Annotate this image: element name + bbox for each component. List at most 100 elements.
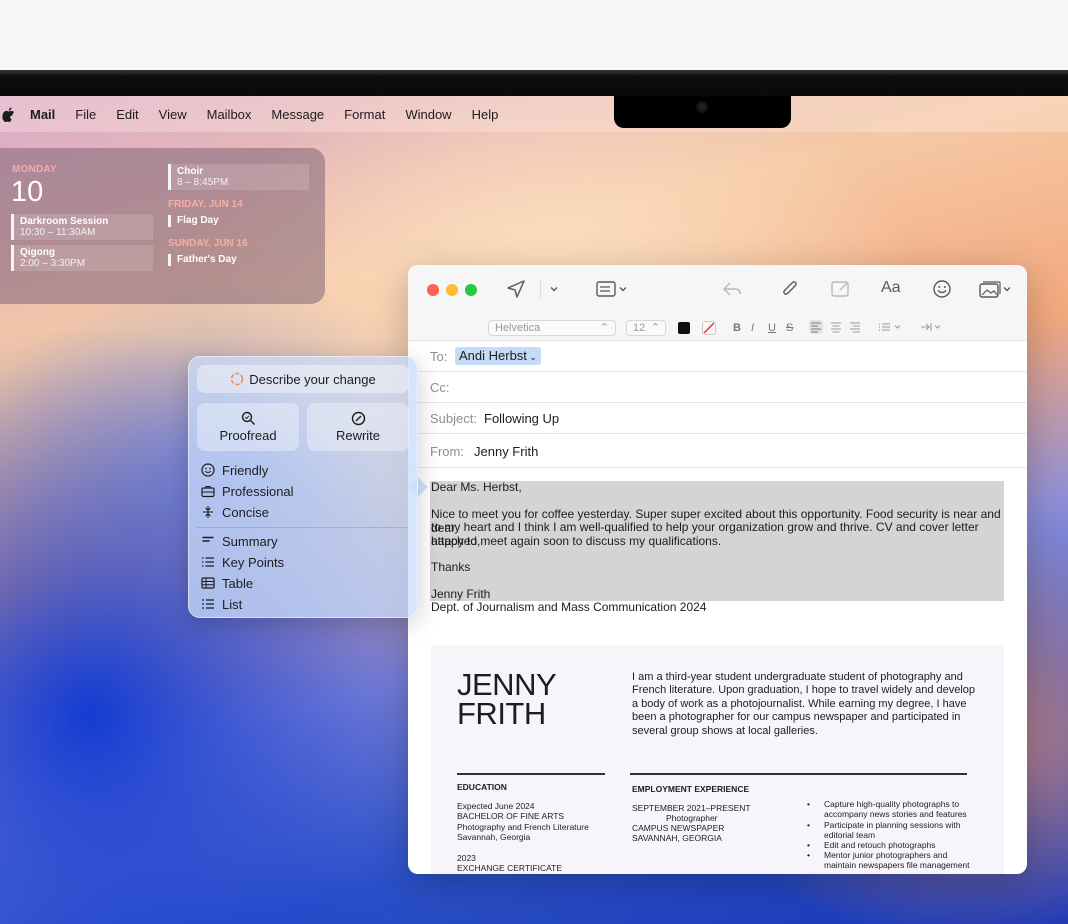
calendar-widget[interactable]: MONDAY 10 Darkroom Session 10:30 – 11:30…: [0, 148, 325, 304]
indent-icon[interactable]: [920, 320, 944, 339]
resume-name-last: FRITH: [457, 696, 546, 731]
to-label: To:: [430, 349, 448, 364]
cc-field[interactable]: Cc:: [408, 372, 1027, 403]
body-greeting[interactable]: Dear Ms. Herbst,: [431, 480, 1011, 495]
underline-button[interactable]: U: [768, 320, 776, 336]
align-left-icon[interactable]: [809, 320, 823, 339]
from-field[interactable]: From: Jenny Frith: [408, 436, 1027, 468]
align-center-icon[interactable]: [829, 320, 843, 339]
resume-bullet: Edit and retouch photographs: [824, 840, 936, 850]
proofread-label: Proofread: [219, 428, 277, 443]
compress-icon: [203, 506, 213, 518]
signature-dept[interactable]: Dept. of Journalism and Mass Communicati…: [431, 600, 1011, 615]
apple-menu-icon[interactable]: [0, 107, 18, 122]
widget-date-header: FRIDAY, JUN 14: [168, 199, 243, 210]
body-line[interactable]: happy to meet again soon to discuss my q…: [431, 534, 1011, 549]
resume-name: JENNY FRITH: [457, 669, 557, 731]
bullet-icon: •: [807, 840, 810, 850]
recipient-name: Andi Herbst: [459, 348, 527, 363]
resume-text: Photography and French Literature: [457, 822, 589, 832]
widget-event[interactable]: Choir 8 – 8:45PM: [168, 164, 309, 190]
proofread-button[interactable]: Proofread: [197, 403, 299, 451]
list-icon: [202, 599, 214, 609]
describe-change-field[interactable]: Describe your change: [197, 365, 409, 393]
resume-bullet: accompany news stories and features: [824, 809, 967, 819]
menu-format[interactable]: Format: [344, 107, 385, 122]
rewrite-button[interactable]: Rewrite: [307, 403, 409, 451]
bullet-icon: •: [807, 820, 810, 830]
widget-event[interactable]: Father's Day: [168, 254, 237, 266]
markup-icon[interactable]: [830, 279, 852, 299]
strikethrough-button[interactable]: S: [786, 320, 793, 336]
format-list[interactable]: List: [201, 595, 242, 613]
fonts-button[interactable]: Aa: [881, 279, 901, 297]
summary-icon: [202, 536, 214, 542]
photo-browser-icon[interactable]: [977, 279, 1013, 299]
stepper-icon: ⌃: [650, 322, 660, 334]
format-bar: Helvetica ⌃ 12 ⌃ B I U S: [408, 315, 1027, 341]
tone-label: Concise: [222, 504, 269, 520]
recipient-token[interactable]: Andi Herbst ⌄: [455, 347, 541, 365]
resume-text: Expected June 2024: [457, 801, 535, 811]
attachment-icon[interactable]: [781, 279, 799, 299]
tone-professional[interactable]: Professional: [201, 482, 294, 500]
reply-icon[interactable]: [721, 279, 743, 299]
widget-date: 10: [11, 176, 44, 208]
chevron-down-icon: ⌄: [526, 352, 537, 362]
menu-help[interactable]: Help: [472, 107, 499, 122]
resume-text: Photographer: [666, 813, 718, 823]
describe-change-label: Describe your change: [249, 371, 376, 387]
send-icon[interactable]: [506, 279, 526, 299]
resume-bullet: Mentor junior photographers and: [824, 850, 948, 860]
sparkle-icon: [230, 372, 244, 386]
format-label: Table: [222, 575, 254, 591]
text-color-swatch[interactable]: [678, 322, 690, 334]
widget-event[interactable]: Qigong 2:00 – 3:30PM: [11, 245, 153, 271]
menu-edit[interactable]: Edit: [116, 107, 138, 122]
emoji-icon[interactable]: [932, 279, 952, 299]
zoom-button[interactable]: [465, 284, 477, 296]
menu-message[interactable]: Message: [271, 107, 324, 122]
menu-mailbox[interactable]: Mailbox: [207, 107, 252, 122]
italic-button[interactable]: I: [751, 320, 754, 336]
close-button[interactable]: [427, 284, 439, 296]
body-thanks[interactable]: Thanks: [431, 560, 1011, 575]
font-family-select[interactable]: Helvetica ⌃: [488, 320, 616, 336]
format-label: List: [222, 596, 243, 612]
divider: [197, 527, 407, 528]
resume-bullet: editorial team: [824, 830, 876, 840]
subject-field[interactable]: Subject: Following Up: [408, 403, 1027, 434]
toolbar: Aa: [408, 265, 1027, 315]
mail-compose-window: Aa Helvetica ⌃ 12 ⌃ B I U S To: Andi Her…: [408, 265, 1027, 874]
laptop-bezel: [0, 70, 1068, 98]
menu-window[interactable]: Window: [405, 107, 451, 122]
tone-concise[interactable]: Concise: [201, 503, 269, 521]
format-summary[interactable]: Summary: [201, 532, 278, 550]
tone-friendly[interactable]: Friendly: [201, 461, 268, 479]
menu-view[interactable]: View: [159, 107, 187, 122]
widget-event[interactable]: Flag Day: [168, 215, 219, 227]
format-key-points[interactable]: Key Points: [201, 553, 284, 571]
divider: [630, 773, 967, 775]
resume-attachment[interactable]: JENNY FRITH I am a third-year student un…: [431, 645, 1004, 874]
font-size-select[interactable]: 12 ⌃: [626, 320, 666, 336]
chevron-down-icon[interactable]: [540, 279, 559, 299]
resume-bullet: maintain newspapers file management: [824, 860, 970, 870]
from-label: From:: [430, 444, 464, 459]
list-bullet-icon: [202, 557, 214, 567]
to-field[interactable]: To: Andi Herbst ⌄: [408, 341, 1027, 372]
background-color-icon[interactable]: [702, 321, 716, 335]
bullet-icon: •: [807, 799, 810, 809]
bold-button[interactable]: B: [733, 320, 741, 336]
align-right-icon[interactable]: [848, 320, 862, 339]
divider: [457, 773, 605, 775]
widget-event[interactable]: Darkroom Session 10:30 – 11:30AM: [11, 214, 153, 240]
header-fields-icon[interactable]: [596, 279, 630, 299]
list-style-icon[interactable]: [878, 320, 904, 339]
format-table[interactable]: Table: [201, 574, 253, 592]
rewrite-icon: [351, 411, 365, 426]
menu-app-mail[interactable]: Mail: [30, 107, 55, 122]
bullet-icon: •: [807, 850, 810, 860]
minimize-button[interactable]: [446, 284, 458, 296]
menu-file[interactable]: File: [75, 107, 96, 122]
